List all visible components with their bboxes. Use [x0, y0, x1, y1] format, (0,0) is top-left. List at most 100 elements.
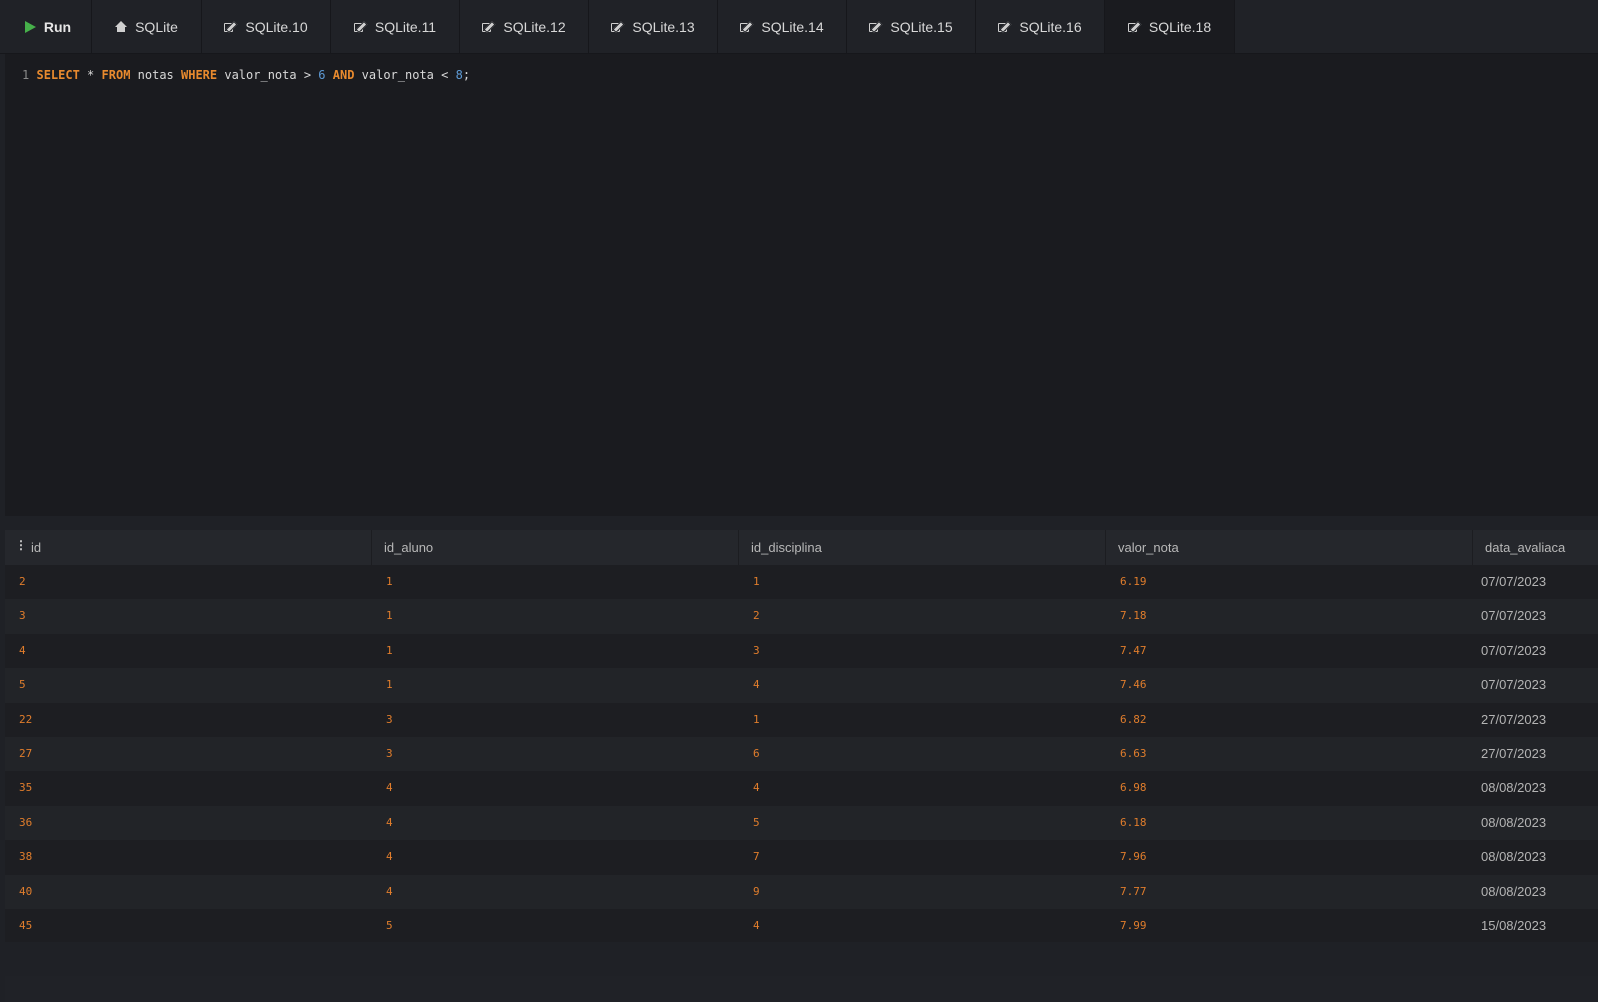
edit-icon [740, 20, 754, 33]
cell-data-avaliacao: 07/07/2023 [1481, 608, 1547, 624]
edit-icon [224, 20, 238, 33]
keyword-from: FROM [101, 68, 131, 82]
cell-id: 22 [19, 712, 33, 726]
cell-id-disciplina: 9 [753, 884, 760, 898]
tab-sqlite-13[interactable]: SQLite.13 [589, 0, 718, 53]
table-row[interactable]: 38 4 7 7.96 08/08/2023 [5, 840, 1598, 875]
table-row[interactable]: 35 4 4 6.98 08/08/2023 [5, 771, 1598, 806]
code-condition-2: valor_nota < [354, 68, 456, 82]
edit-icon [1127, 20, 1142, 33]
code-number-1: 6 [318, 68, 326, 82]
column-header-id[interactable]: id [5, 530, 372, 565]
toolbar: Run SQLite SQLite.10 SQLite.11 SQLite.12… [0, 0, 1598, 54]
tab-sqlite[interactable]: SQLite [92, 0, 202, 53]
cell-id-disciplina: 7 [753, 850, 760, 864]
table-row[interactable]: 36 4 5 6.18 08/08/2023 [5, 805, 1598, 841]
cell-data-avaliacao: 08/08/2023 [1481, 883, 1547, 899]
code-line: 1 SELECT * FROM notas WHERE valor_nota >… [22, 68, 470, 82]
cell-valor-nota: 6.98 [1120, 781, 1147, 795]
keyword-and: AND [332, 68, 355, 82]
column-header-valor-nota[interactable]: valor_nota [1106, 530, 1473, 565]
table-row[interactable]: 45 5 4 7.99 15/08/2023 [5, 908, 1598, 942]
cell-id-aluno: 3 [386, 746, 393, 760]
status-bar [5, 976, 1598, 1002]
column-header-id-disciplina[interactable]: id_disciplina [739, 530, 1106, 565]
cell-valor-nota: 6.18 [1120, 815, 1147, 829]
run-button[interactable]: Run [5, 0, 92, 53]
edit-icon [869, 20, 883, 33]
table-row[interactable]: 40 4 9 7.77 08/08/2023 [5, 874, 1598, 909]
edit-icon [998, 20, 1012, 33]
code-semicolon: ; [462, 68, 471, 82]
tab-sqlite-18[interactable]: SQLite.18 [1105, 0, 1235, 53]
tab-label: SQLite.10 [245, 18, 308, 35]
keyword-select: SELECT [36, 68, 80, 82]
grid-header: ⋮ id id_aluno id_disciplina valor_nota d… [5, 530, 1598, 565]
code-table: notas [130, 68, 181, 82]
sql-editor[interactable]: 1 SELECT * FROM notas WHERE valor_nota >… [5, 54, 1598, 516]
cell-id: 27 [19, 746, 33, 760]
tab-label: SQLite.18 [1148, 18, 1212, 35]
cell-id: 35 [19, 781, 33, 795]
table-row[interactable]: 4 1 3 7.47 07/07/2023 [5, 633, 1598, 669]
table-row[interactable]: 27 3 6 6.63 27/07/2023 [5, 736, 1598, 772]
cell-id-aluno: 3 [386, 712, 393, 726]
cell-id-disciplina: 4 [753, 678, 760, 692]
cell-data-avaliacao: 07/07/2023 [1481, 677, 1547, 693]
tab-sqlite-10[interactable]: SQLite.10 [202, 0, 331, 53]
tab-sqlite-12[interactable]: SQLite.12 [460, 0, 589, 53]
tab-label: SQLite.16 [1019, 18, 1082, 35]
table-row[interactable]: 22 3 1 6.82 27/07/2023 [5, 702, 1598, 737]
edit-icon [482, 20, 496, 33]
cell-valor-nota: 7.77 [1120, 884, 1147, 898]
cell-id-aluno: 4 [386, 781, 393, 795]
edit-icon [611, 20, 625, 33]
cell-id-aluno: 1 [386, 609, 393, 623]
cell-id-aluno: 4 [386, 850, 393, 864]
tab-sqlite-15[interactable]: SQLite.15 [847, 0, 976, 53]
cell-valor-nota: 6.82 [1120, 712, 1147, 726]
sql-playground: Run SQLite SQLite.10 SQLite.11 SQLite.12… [0, 0, 1598, 1002]
cell-valor-nota: 7.47 [1120, 643, 1147, 657]
code-star: * [79, 68, 102, 82]
cell-data-avaliacao: 07/07/2023 [1481, 574, 1547, 589]
cell-valor-nota: 6.19 [1120, 575, 1147, 588]
run-label: Run [43, 18, 72, 35]
column-header-id-aluno[interactable]: id_aluno [372, 530, 739, 565]
column-header-data-avaliacao[interactable]: data_avaliaca [1473, 530, 1598, 565]
table-row[interactable]: 3 1 2 7.18 07/07/2023 [5, 599, 1598, 634]
cell-id-disciplina: 6 [753, 746, 760, 760]
tab-label: SQLite.15 [890, 18, 953, 35]
cell-id: 4 [19, 643, 26, 657]
keyword-where: WHERE [181, 68, 218, 82]
line-number: 1 [22, 68, 30, 82]
cell-valor-nota: 7.46 [1120, 678, 1147, 692]
cell-id-aluno: 4 [386, 884, 393, 898]
tab-label: SQLite.12 [503, 18, 566, 35]
cell-data-avaliacao: 08/08/2023 [1481, 849, 1547, 865]
cell-id-aluno: 1 [386, 575, 393, 588]
cell-id: 45 [19, 918, 33, 932]
cell-id-aluno: 1 [386, 643, 393, 657]
tab-sqlite-11[interactable]: SQLite.11 [331, 0, 460, 53]
cell-id: 5 [19, 678, 26, 692]
table-row[interactable]: 5 1 4 7.46 07/07/2023 [5, 668, 1598, 703]
cell-data-avaliacao: 07/07/2023 [1481, 642, 1547, 658]
cell-valor-nota: 6.63 [1120, 746, 1147, 760]
cell-data-avaliacao: 15/08/2023 [1481, 917, 1547, 933]
tab-label: SQLite.11 [374, 18, 437, 35]
cell-id-disciplina: 3 [753, 643, 760, 657]
cell-data-avaliacao: 08/08/2023 [1481, 780, 1547, 796]
cell-id-disciplina: 4 [753, 918, 760, 932]
home-icon [115, 21, 128, 32]
cell-id: 3 [19, 609, 26, 623]
tab-sqlite-14[interactable]: SQLite.14 [718, 0, 847, 53]
table-row[interactable]: 2 1 1 6.19 07/07/2023 [5, 565, 1598, 600]
tab-label: SQLite.13 [632, 18, 695, 35]
cell-id-aluno: 4 [386, 815, 393, 829]
cell-id-disciplina: 2 [753, 609, 760, 623]
cell-valor-nota: 7.96 [1120, 850, 1147, 864]
cell-data-avaliacao: 27/07/2023 [1481, 711, 1547, 727]
tab-sqlite-16[interactable]: SQLite.16 [976, 0, 1105, 53]
